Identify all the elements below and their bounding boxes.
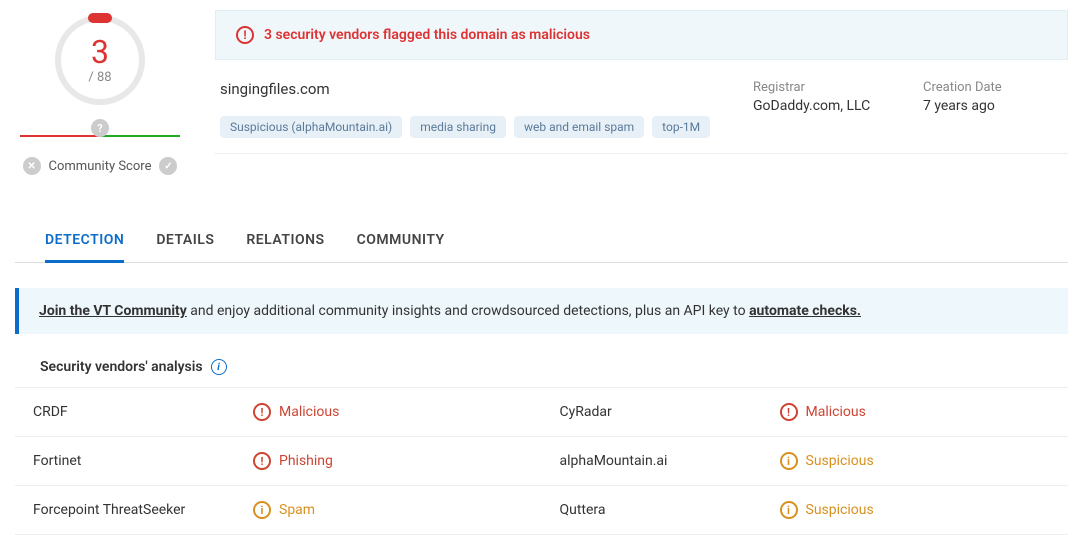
tab-details[interactable]: DETAILS <box>156 220 214 262</box>
registrar-label: Registrar <box>753 80 893 95</box>
tab-detection[interactable]: DETECTION <box>45 220 124 263</box>
community-score-bar: ? <box>20 135 180 137</box>
tab-community[interactable]: COMMUNITY <box>357 220 445 262</box>
warning-icon: ! <box>236 26 254 44</box>
vendor-cell: CRDF!Malicious <box>15 388 542 436</box>
vendor-name: Fortinet <box>33 453 253 469</box>
tag[interactable]: media sharing <box>410 116 506 138</box>
alert-banner: ! 3 security vendors flagged this domain… <box>215 10 1068 60</box>
vendor-name: Forcepoint ThreatSeeker <box>33 502 253 518</box>
vendor-cell: QutteraiSuspicious <box>542 486 1069 534</box>
status-suspicious: iSuspicious <box>780 452 874 470</box>
status-suspicious: iSpam <box>253 501 315 519</box>
tag[interactable]: Suspicious (alphaMountain.ai) <box>220 116 402 138</box>
vendor-name: CyRadar <box>560 404 780 420</box>
alert-circle-icon: ! <box>253 452 271 470</box>
vendor-name: Quttera <box>560 502 780 518</box>
tag[interactable]: top-1M <box>652 116 710 138</box>
automate-checks-link[interactable]: automate checks. <box>749 303 861 319</box>
vendor-cell: alphaMountain.aiiSuspicious <box>542 437 1069 485</box>
join-community-link[interactable]: Join the VT Community <box>39 303 187 319</box>
alert-text: 3 security vendors flagged this domain a… <box>264 27 590 43</box>
analysis-title: Security vendors' analysis <box>40 359 203 375</box>
info-icon[interactable]: i <box>211 359 227 375</box>
community-banner: Join the VT Community and enjoy addition… <box>15 288 1068 334</box>
status-malicious: !Malicious <box>253 403 339 421</box>
creation-label: Creation Date <box>923 80 1063 95</box>
vendor-cell: Fortinet!Phishing <box>15 437 542 485</box>
alert-circle-icon: ! <box>253 403 271 421</box>
alert-circle-icon: ! <box>780 403 798 421</box>
status-malicious: !Malicious <box>780 403 866 421</box>
close-icon: ✕ <box>23 157 41 175</box>
status-suspicious: iSuspicious <box>780 501 874 519</box>
tag[interactable]: web and email spam <box>514 116 644 138</box>
score-detections: 3 <box>91 36 109 68</box>
info-circle-icon: i <box>780 452 798 470</box>
vendor-name: alphaMountain.ai <box>560 453 780 469</box>
question-icon: ? <box>91 119 109 137</box>
vendor-cell: Forcepoint ThreatSeekeriSpam <box>15 486 542 534</box>
vendor-name: CRDF <box>33 404 253 420</box>
info-circle-icon: i <box>253 501 271 519</box>
check-icon: ✓ <box>159 157 177 175</box>
domain-name: singingfiles.com <box>220 80 710 98</box>
score-total: / 88 <box>88 70 111 85</box>
vendor-cell: CyRadar!Malicious <box>542 388 1069 436</box>
detection-score: 3 / 88 <box>55 15 145 105</box>
tags-row: Suspicious (alphaMountain.ai) media shari… <box>220 116 710 138</box>
info-circle-icon: i <box>780 501 798 519</box>
tab-relations[interactable]: RELATIONS <box>246 220 324 262</box>
status-malicious: !Phishing <box>253 452 333 470</box>
community-score-label: Community Score <box>49 159 152 174</box>
creation-value: 7 years ago <box>923 98 1063 114</box>
registrar-value: GoDaddy.com, LLC <box>753 98 893 114</box>
